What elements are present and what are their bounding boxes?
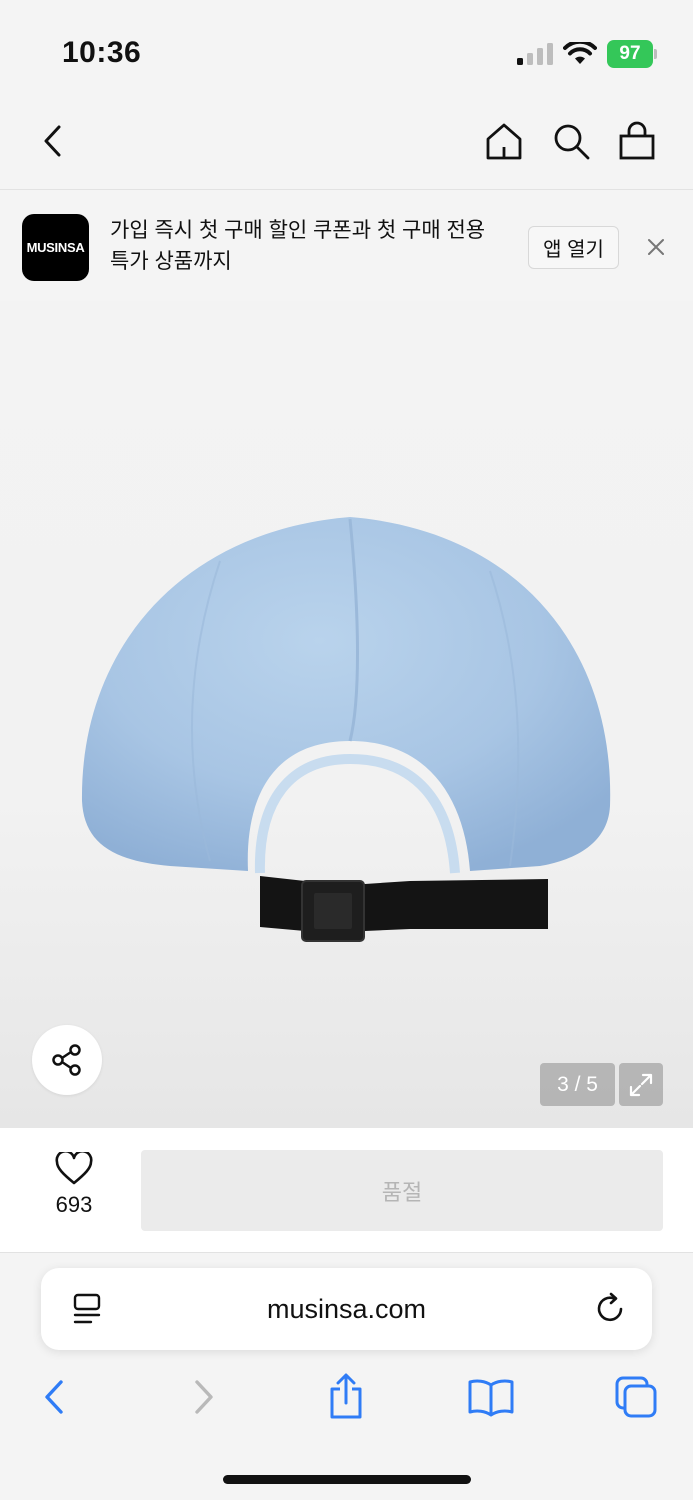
chevron-left-icon xyxy=(45,1380,63,1414)
book-icon xyxy=(468,1379,514,1417)
browser-forward-button[interactable] xyxy=(180,1373,228,1421)
browser-back-button[interactable] xyxy=(30,1373,78,1421)
wifi-icon xyxy=(563,42,597,64)
tabs-icon xyxy=(615,1376,657,1418)
product-cap-image xyxy=(81,517,611,942)
banner-message: 가입 즉시 첫 구매 할인 쿠폰과 첫 구매 전용 특가 상품까지 xyxy=(110,219,486,273)
expand-icon xyxy=(629,1073,653,1096)
browser-share-button[interactable] xyxy=(322,1373,370,1421)
battery-nub xyxy=(654,49,657,59)
image-page-indicator: 3 / 5 xyxy=(540,1063,615,1106)
like-button[interactable]: 693 xyxy=(38,1152,110,1227)
battery-indicator: 97 xyxy=(607,40,657,68)
shopping-bag-icon xyxy=(619,121,655,160)
reload-icon[interactable] xyxy=(594,1292,628,1326)
url-text: musinsa.com xyxy=(266,1293,427,1324)
address-bar[interactable]: musinsa.com xyxy=(41,1268,652,1350)
musinsa-logo: MUSINSA xyxy=(22,214,89,281)
bookmarks-button[interactable] xyxy=(467,1373,515,1421)
tabs-button[interactable] xyxy=(612,1373,660,1421)
open-app-button[interactable]: 앱 열기 xyxy=(528,226,619,269)
share-button[interactable] xyxy=(32,1025,102,1095)
app-install-banner: MUSINSA 가입 즉시 첫 구매 할인 쿠폰과 첫 구매 전용 특가 상품까… xyxy=(0,191,693,301)
close-icon xyxy=(648,239,664,255)
home-button[interactable] xyxy=(481,118,527,164)
cart-button[interactable] xyxy=(614,118,660,164)
like-count: 693 xyxy=(55,1192,93,1217)
home-icon xyxy=(486,123,522,160)
battery-level: 97 xyxy=(607,40,653,68)
home-indicator xyxy=(223,1475,471,1484)
banner-close-button[interactable] xyxy=(640,231,672,263)
status-bar: 10:36 97 xyxy=(0,0,693,100)
browser-toolbar-area: musinsa.com xyxy=(0,1253,693,1500)
back-button[interactable] xyxy=(30,118,76,164)
search-icon xyxy=(554,124,590,160)
product-image-carousel[interactable]: 3 / 5 xyxy=(0,301,693,1127)
chevron-right-icon xyxy=(195,1380,213,1414)
chevron-left-icon xyxy=(44,125,61,157)
search-button[interactable] xyxy=(548,118,594,164)
share-up-icon xyxy=(330,1373,362,1419)
cellular-signal-icon xyxy=(517,43,553,65)
expand-image-button[interactable] xyxy=(619,1063,663,1106)
soldout-button[interactable]: 품절 xyxy=(141,1150,663,1231)
share-icon xyxy=(52,1044,81,1076)
heart-icon xyxy=(55,1152,93,1185)
status-time: 10:36 xyxy=(62,36,142,69)
purchase-bar: 693 품절 xyxy=(0,1127,693,1253)
nav-header xyxy=(0,100,693,190)
